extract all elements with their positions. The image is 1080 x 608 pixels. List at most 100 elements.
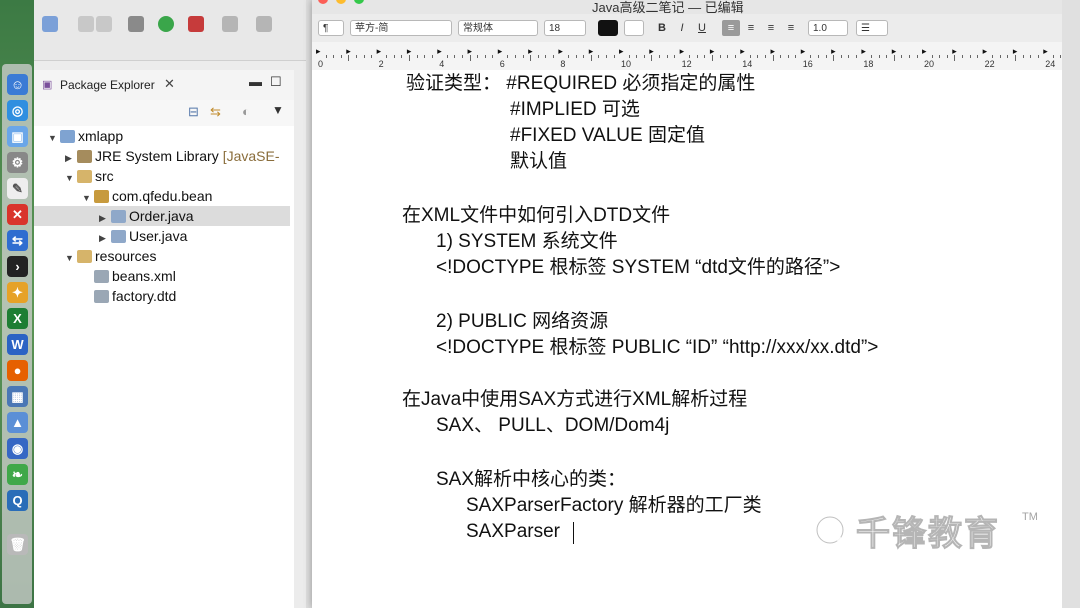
tab-stop-icon[interactable]: ▸ [346, 46, 351, 57]
tab-stop-icon[interactable]: ▸ [680, 46, 685, 57]
tab-stop-icon[interactable]: ▸ [1043, 46, 1048, 57]
collapsed-arrow-icon[interactable]: ▶ [65, 148, 77, 168]
excel-icon[interactable]: X [7, 308, 28, 329]
leaf-app-icon[interactable]: ❧ [7, 464, 28, 485]
firefox-icon[interactable]: ● [7, 360, 28, 381]
tab-stop-icon[interactable]: ▸ [710, 46, 715, 57]
keynote-icon[interactable]: ▲ [7, 412, 28, 433]
quicktime-icon[interactable]: Q [7, 490, 28, 511]
align-left-icon[interactable]: ≡ [722, 20, 740, 36]
tab-stop-icon[interactable]: ▸ [649, 46, 654, 57]
tree-item[interactable]: factory.dtd [34, 286, 290, 306]
tab-stop-icon[interactable]: ▸ [558, 46, 563, 57]
tab-stop-icon[interactable]: ▸ [771, 46, 776, 57]
collapse-all-icon[interactable]: ⊟ [188, 104, 199, 120]
tab-stop-icon[interactable]: ▸ [801, 46, 806, 57]
screen-sharing-icon[interactable]: ⇆ [7, 230, 28, 251]
tab-stop-icon[interactable]: ▸ [498, 46, 503, 57]
collapsed-arrow-icon[interactable]: ▶ [99, 228, 111, 248]
new-icon[interactable] [42, 16, 58, 32]
font-style-select[interactable]: 常规体 [458, 20, 538, 36]
package-explorer-title[interactable]: Package Explorer [60, 78, 155, 92]
tab-stop-icon[interactable]: ▸ [316, 46, 321, 57]
ruler-tick [765, 55, 766, 58]
tab-stop-icon[interactable]: ▸ [589, 46, 594, 57]
expanded-arrow-icon[interactable]: ▼ [82, 188, 94, 208]
align-right-icon[interactable]: ≡ [762, 20, 780, 36]
tree-item[interactable]: ▶ JRE System Library [JavaSE- [34, 146, 290, 166]
tab-stop-icon[interactable]: ▸ [407, 46, 412, 57]
tab-stop-icon[interactable]: ▸ [922, 46, 927, 57]
window-minimize-button[interactable] [336, 0, 346, 4]
tree-item[interactable]: ▼ src [34, 166, 290, 186]
word-icon[interactable]: W [7, 334, 28, 355]
tree-item[interactable]: ▼ xmlapp [34, 126, 290, 146]
new-class-icon[interactable] [222, 16, 238, 32]
external-tools-icon[interactable] [188, 16, 204, 32]
minimize-icon[interactable]: ▬ [249, 74, 262, 89]
line-spacing-select[interactable]: 1.0 [808, 20, 848, 36]
tab-stop-icon[interactable]: ▸ [740, 46, 745, 57]
preview-icon[interactable]: ▣ [7, 126, 28, 147]
tab-stop-icon[interactable]: ▸ [831, 46, 836, 57]
run-icon[interactable] [158, 16, 174, 32]
text-color-button[interactable] [598, 20, 618, 36]
ruler[interactable]: 0 2 4 6 8 10 12 14 16 18 20 22 24 ▸ ▸ ▸ ▸ ▸ ▸ ▸ ▸ ▸ ▸ ▸ ▸ ▸ ▸ ▸ ▸ ▸ ▸ ▸… [312, 42, 1077, 71]
expanded-arrow-icon[interactable]: ▼ [48, 128, 60, 148]
tab-stop-icon[interactable]: ▸ [861, 46, 866, 57]
photos-icon[interactable]: ▦ [7, 386, 28, 407]
ruler-tick [878, 55, 880, 58]
open-type-icon[interactable] [256, 16, 272, 32]
tab-stop-icon[interactable]: ▸ [1013, 46, 1018, 57]
tab-stop-icon[interactable]: ▸ [528, 46, 533, 57]
eclipse-icon[interactable]: ✦ [7, 282, 28, 303]
debug-icon[interactable] [128, 16, 144, 32]
tree-item[interactable]: ▶ Order.java [34, 206, 290, 226]
terminal-icon[interactable]: › [7, 256, 28, 277]
textedit-icon[interactable]: ✎ [7, 178, 28, 199]
tab-stop-icon[interactable]: ▸ [983, 46, 988, 57]
link-with-editor-icon[interactable]: ⇆ [210, 104, 221, 120]
ruler-tick [871, 55, 872, 58]
tab-stop-icon[interactable]: ▸ [377, 46, 382, 57]
expanded-arrow-icon[interactable]: ▼ [65, 168, 77, 188]
bold-button[interactable]: B [654, 20, 670, 36]
tree-item[interactable]: ▶ User.java [34, 226, 290, 246]
tab-stop-icon[interactable]: ▸ [892, 46, 897, 57]
font-family-select[interactable]: 苹方-简 [350, 20, 452, 36]
tree-item[interactable]: ▼ com.qfedu.bean [34, 186, 290, 206]
highlight-color-button[interactable] [624, 20, 644, 36]
system-preferences-icon[interactable]: ⚙ [7, 152, 28, 173]
tab-stop-icon[interactable]: ▸ [619, 46, 624, 57]
close-icon[interactable]: ✕ [164, 76, 175, 92]
expanded-arrow-icon[interactable]: ▼ [65, 248, 77, 268]
save-all-icon[interactable] [96, 16, 112, 32]
list-style-select[interactable]: ☰ [856, 20, 888, 36]
collapsed-arrow-icon[interactable]: ▶ [99, 208, 111, 228]
tree-item[interactable]: beans.xml [34, 266, 290, 286]
tab-stop-icon[interactable]: ▸ [468, 46, 473, 57]
window-close-button[interactable] [318, 0, 328, 4]
font-size-select[interactable]: 18 [544, 20, 586, 36]
xmind-icon[interactable]: ✕ [7, 204, 28, 225]
safari-icon[interactable]: ◎ [7, 100, 28, 121]
view-menu-icon[interactable]: ▼ [272, 103, 284, 117]
align-center-icon[interactable]: ≡ [742, 20, 760, 36]
tab-stop-icon[interactable]: ▸ [437, 46, 442, 57]
screenshot-icon[interactable]: ◉ [7, 438, 28, 459]
paragraph-styles-select[interactable]: ¶ [318, 20, 344, 36]
italic-button[interactable]: I [674, 20, 690, 36]
tab-stop-icon[interactable]: ▸ [952, 46, 957, 57]
window-zoom-button[interactable] [354, 0, 364, 4]
maximize-icon[interactable]: ☐ [270, 74, 282, 90]
align-justify-icon[interactable]: ≡ [782, 20, 800, 36]
xml-file-icon [94, 270, 109, 283]
save-icon[interactable] [78, 16, 94, 32]
trash-icon[interactable]: 🗑 [7, 534, 28, 555]
underline-button[interactable]: U [694, 20, 710, 36]
ruler-number: 6 [499, 59, 505, 69]
tree-item[interactable]: ▼ resources [34, 246, 290, 266]
focus-icon[interactable]: ◐ [242, 104, 250, 119]
finder-icon[interactable]: ☺ [7, 74, 28, 95]
folder-icon [77, 250, 92, 263]
